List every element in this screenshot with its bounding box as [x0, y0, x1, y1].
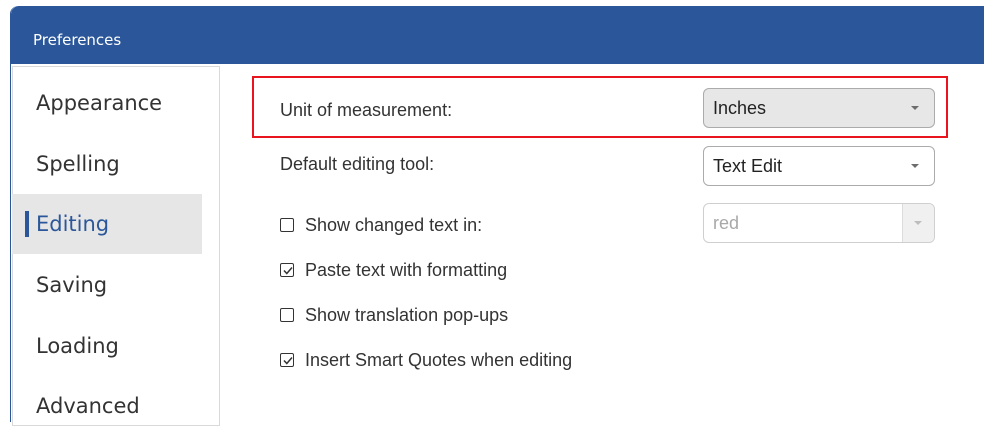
default-editing-tool-value: Text Edit: [713, 155, 783, 176]
sidebar-item-label: Saving: [36, 273, 108, 297]
chevron-down-icon: [911, 106, 919, 110]
selection-indicator: [25, 211, 29, 237]
chevron-down-icon: [914, 221, 922, 225]
sidebar-item-label: Loading: [36, 334, 119, 358]
chevron-down-icon: [911, 164, 919, 168]
sidebar-item-editing[interactable]: Editing: [12, 194, 202, 254]
insert-smart-quotes-checkbox[interactable]: [280, 353, 294, 367]
window-title: Preferences: [33, 31, 122, 49]
checkmark-icon: [283, 357, 293, 365]
default-editing-tool-label: Default editing tool:: [280, 154, 435, 174]
paste-with-formatting-option[interactable]: Paste text with formatting: [280, 259, 507, 281]
checkmark-icon: [283, 267, 293, 275]
show-translation-popups-label: Show translation pop-ups: [305, 304, 509, 325]
sidebar-item-label: Advanced: [36, 394, 140, 418]
paste-with-formatting-label: Paste text with formatting: [305, 259, 508, 280]
unit-of-measurement-select[interactable]: Inches: [703, 88, 935, 128]
paste-with-formatting-checkbox[interactable]: [280, 263, 294, 277]
show-changed-text-option[interactable]: Show changed text in:: [280, 214, 482, 236]
sidebar-item-advanced[interactable]: Advanced: [12, 376, 202, 436]
sidebar-item-spelling[interactable]: Spelling: [12, 134, 202, 194]
unit-of-measurement-label: Unit of measurement:: [280, 100, 453, 120]
changed-text-color-value: red: [713, 212, 740, 233]
show-translation-popups-checkbox[interactable]: [280, 308, 294, 322]
insert-smart-quotes-label: Insert Smart Quotes when editing: [305, 349, 573, 370]
show-translation-popups-option[interactable]: Show translation pop-ups: [280, 304, 508, 326]
unit-of-measurement-value: Inches: [713, 97, 767, 118]
sidebar-item-label: Editing: [36, 212, 110, 236]
sidebar-item-label: Appearance: [36, 91, 163, 115]
title-bar: Preferences: [11, 6, 984, 64]
show-changed-text-label: Show changed text in:: [305, 214, 483, 235]
sidebar-item-appearance[interactable]: Appearance: [12, 73, 202, 133]
insert-smart-quotes-option[interactable]: Insert Smart Quotes when editing: [280, 349, 572, 371]
sidebar-item-saving[interactable]: Saving: [12, 255, 202, 315]
changed-text-color-select[interactable]: red: [703, 203, 935, 243]
default-editing-tool-select[interactable]: Text Edit: [703, 146, 935, 186]
sidebar-item-label: Spelling: [36, 152, 120, 176]
show-changed-text-checkbox[interactable]: [280, 218, 294, 232]
sidebar-item-loading[interactable]: Loading: [12, 316, 202, 376]
